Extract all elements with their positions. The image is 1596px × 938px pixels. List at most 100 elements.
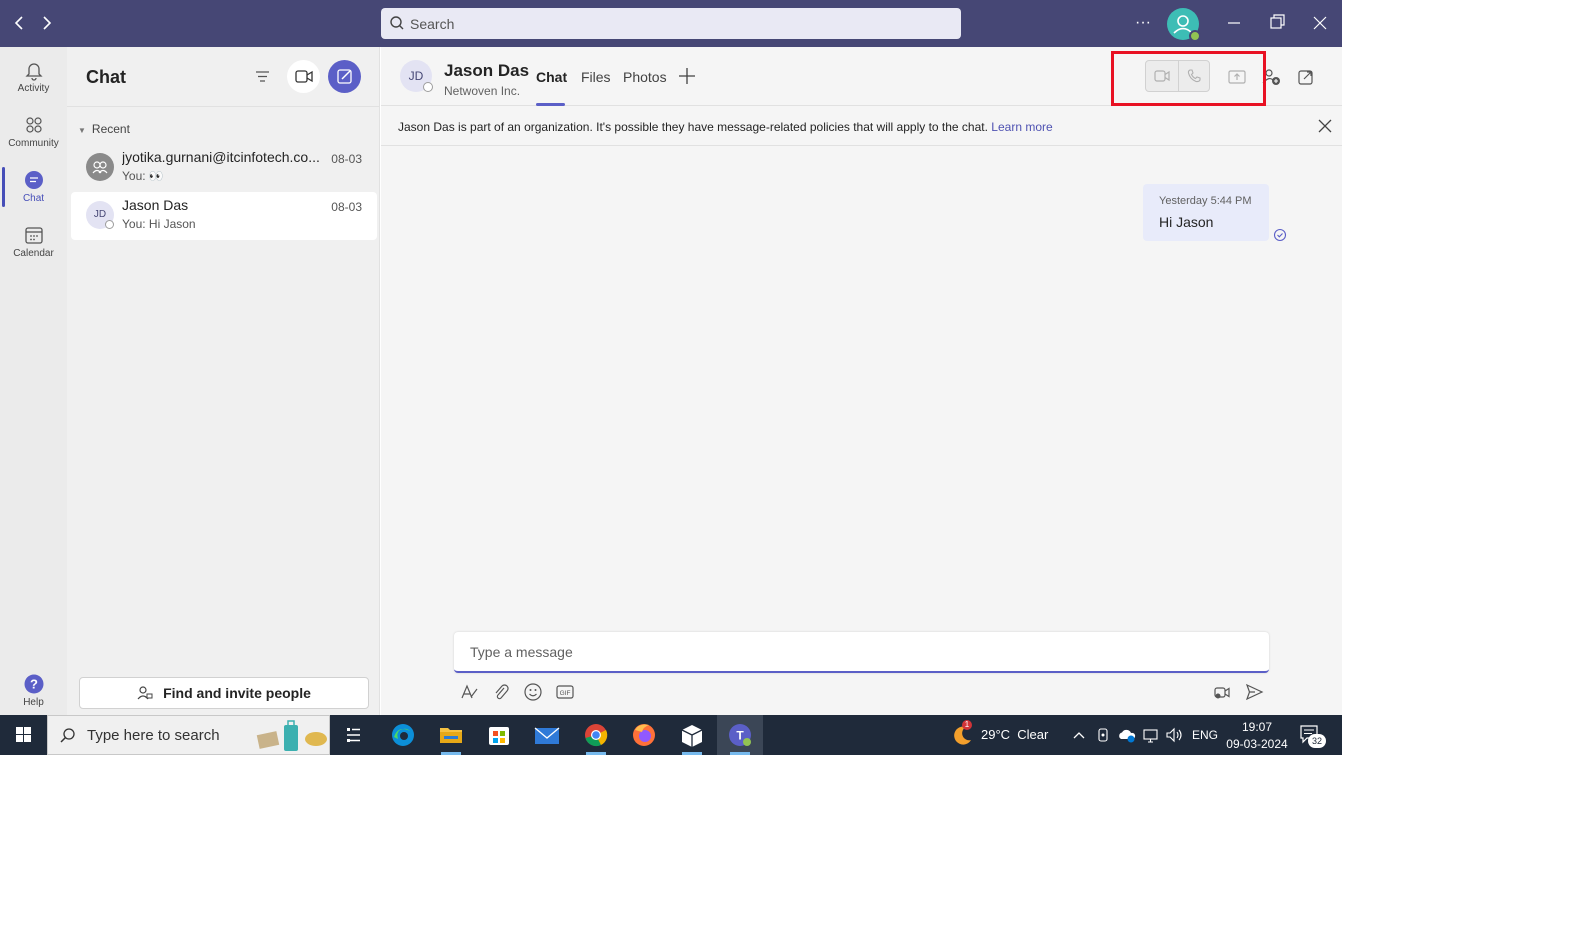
chevron-down-icon: ▼: [78, 126, 86, 135]
mail-taskbar[interactable]: [524, 715, 570, 755]
search-icon: [60, 728, 75, 743]
show-hidden-icons-button[interactable]: [1070, 725, 1088, 745]
forward-arrow-icon[interactable]: [37, 12, 57, 34]
appbar-calendar[interactable]: Calendar: [0, 218, 67, 268]
learn-more-link[interactable]: Learn more: [991, 120, 1052, 134]
filter-icon: [256, 71, 269, 82]
video-clip-icon[interactable]: [1211, 681, 1233, 703]
add-tab-icon[interactable]: [678, 65, 696, 93]
new-chat-button[interactable]: [328, 60, 361, 93]
chat-preview: You: 👀: [122, 169, 164, 183]
network-icon[interactable]: [1141, 725, 1161, 745]
store-icon: [489, 727, 509, 745]
attach-icon[interactable]: [490, 681, 512, 703]
compose-box[interactable]: [454, 632, 1269, 673]
clock-date: 09-03-2024: [1226, 737, 1288, 751]
notifications-button[interactable]: 32: [1298, 723, 1328, 748]
invite-people-icon: [137, 686, 153, 700]
package-app-taskbar[interactable]: [669, 715, 715, 755]
teams-taskbar[interactable]: T: [717, 715, 763, 755]
restore-icon[interactable]: [1262, 10, 1292, 36]
message-input[interactable]: [470, 632, 1250, 671]
svg-text:?: ?: [30, 677, 38, 692]
search-input[interactable]: [410, 8, 950, 39]
gif-icon[interactable]: GIF: [554, 681, 576, 703]
chat-list-title: Chat: [86, 67, 126, 87]
pop-out-icon: [1298, 70, 1313, 85]
policy-banner: Jason Das is part of an organization. It…: [381, 107, 1342, 146]
taskbar-search[interactable]: Type here to search: [47, 715, 330, 755]
find-invite-people-button[interactable]: Find and invite people: [79, 677, 369, 709]
format-icon[interactable]: [458, 681, 480, 703]
filter-button[interactable]: [246, 60, 279, 93]
chat-icon: [24, 171, 43, 189]
appbar-community[interactable]: Community: [0, 108, 67, 158]
onedrive-tray-icon[interactable]: [1117, 725, 1137, 745]
group-icon: [86, 153, 114, 181]
more-options-icon[interactable]: ···: [1128, 10, 1158, 36]
close-icon[interactable]: [1316, 117, 1334, 135]
appbar-help[interactable]: ? Help: [0, 667, 67, 717]
task-view-button[interactable]: [330, 715, 376, 755]
windows-start-button[interactable]: [0, 715, 47, 755]
profile-avatar[interactable]: [1167, 8, 1201, 42]
close-window-icon[interactable]: [1305, 10, 1335, 36]
chat-list-pane: Chat ▼ Recent jyotika.gurnani@itcinfotech…: [67, 47, 380, 715]
appbar-chat[interactable]: Chat: [0, 163, 67, 213]
recent-label: Recent: [91, 122, 130, 136]
pop-out-button[interactable]: [1292, 63, 1320, 91]
store-taskbar[interactable]: [476, 715, 522, 755]
banner-text: Jason Das is part of an organization. It…: [398, 120, 1053, 134]
chat-list-item-selected[interactable]: JD Jason Das You: Hi Jason 08-03: [71, 192, 377, 240]
chat-list-item[interactable]: jyotika.gurnani@itcinfotech.co... You: 👀…: [71, 144, 377, 192]
volume-icon[interactable]: [1164, 725, 1184, 745]
meet-now-button[interactable]: [287, 60, 320, 93]
bell-icon: [24, 63, 43, 81]
tab-files[interactable]: Files: [581, 69, 611, 85]
taskbar-search-placeholder: Type here to search: [87, 727, 220, 744]
folder-icon: [440, 728, 462, 743]
back-arrow-icon[interactable]: [9, 12, 29, 34]
notification-count-badge: 32: [1308, 734, 1326, 748]
chat-header: JD Jason Das Netwoven Inc. Chat Files Ph…: [381, 47, 1342, 106]
search-highlight-illustration-icon: [256, 720, 327, 751]
message-bubble[interactable]: Yesterday 5:44 PM Hi Jason: [1143, 184, 1269, 241]
chrome-icon: [585, 724, 608, 747]
svg-text:GIF: GIF: [560, 690, 571, 697]
avatar[interactable]: JD: [400, 60, 433, 92]
firefox-taskbar[interactable]: [621, 715, 667, 755]
chat-name: jyotika.gurnani@itcinfotech.co...: [122, 149, 320, 165]
minimize-icon[interactable]: [1219, 10, 1249, 36]
message-time: Yesterday 5:44 PM: [1159, 195, 1252, 207]
video-camera-icon: [295, 70, 313, 83]
svg-text:T: T: [736, 729, 744, 743]
offline-status-icon: [105, 220, 114, 229]
chrome-taskbar[interactable]: [573, 715, 619, 755]
find-invite-label: Find and invite people: [163, 685, 311, 701]
search-box[interactable]: [381, 8, 961, 39]
meet-now-tray-icon[interactable]: [1094, 725, 1112, 745]
tab-photos[interactable]: Photos: [623, 69, 667, 85]
language-indicator[interactable]: ENG: [1192, 728, 1218, 742]
recent-section-header[interactable]: ▼ Recent: [78, 122, 130, 136]
chat-name: Jason Das: [122, 197, 189, 213]
clock[interactable]: 19:07 09-03-2024: [1226, 719, 1288, 753]
send-icon[interactable]: [1243, 681, 1265, 703]
appbar-activity[interactable]: Activity: [0, 53, 67, 103]
avatar-initials: JD: [408, 69, 424, 83]
windows-taskbar: Type here to search T 1 29°C Clear ENG 1…: [0, 715, 1342, 755]
box-icon: [681, 725, 703, 747]
help-icon: ?: [24, 674, 43, 694]
tab-chat[interactable]: Chat: [536, 69, 567, 85]
emoji-icon[interactable]: [522, 681, 544, 703]
highlight-box: [1111, 51, 1266, 106]
appbar-label: Chat: [22, 193, 45, 204]
file-explorer-taskbar[interactable]: [428, 715, 474, 755]
contact-org: Netwoven Inc.: [444, 84, 521, 98]
edge-browser-taskbar[interactable]: [380, 715, 426, 755]
weather-widget[interactable]: 1 29°C Clear: [948, 715, 1056, 755]
calendar-icon: [24, 227, 43, 244]
delivered-check-icon: [1273, 228, 1287, 242]
conversation-pane: JD Jason Das Netwoven Inc. Chat Files Ph…: [381, 47, 1342, 715]
message-text: Hi Jason: [1159, 214, 1214, 230]
